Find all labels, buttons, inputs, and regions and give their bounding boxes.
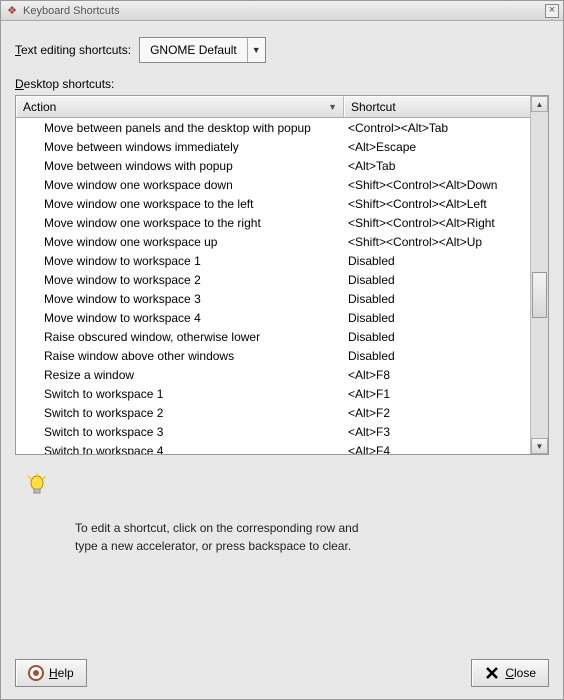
cell-action: Switch to workspace 2 bbox=[16, 406, 344, 420]
cell-shortcut: Disabled bbox=[344, 349, 530, 363]
lightbulb-icon bbox=[25, 473, 49, 497]
cell-action: Switch to workspace 1 bbox=[16, 387, 344, 401]
table-row[interactable]: Switch to workspace 1<Alt>F1 bbox=[16, 384, 530, 403]
table-row[interactable]: Move window one workspace down<Shift><Co… bbox=[16, 175, 530, 194]
cell-action: Move between windows with popup bbox=[16, 159, 344, 173]
cell-shortcut: <Alt>F4 bbox=[344, 444, 530, 455]
cell-action: Move window to workspace 1 bbox=[16, 254, 344, 268]
cell-shortcut: <Control><Alt>Tab bbox=[344, 121, 530, 135]
cell-shortcut: <Alt>F1 bbox=[344, 387, 530, 401]
sort-descending-icon: ▼ bbox=[328, 102, 337, 112]
help-button[interactable]: Help bbox=[15, 659, 87, 687]
vertical-scrollbar[interactable]: ▲ ▼ bbox=[530, 96, 548, 454]
table-row[interactable]: Move window to workspace 3Disabled bbox=[16, 289, 530, 308]
shortcuts-table: Action ▼ Shortcut Move between panels an… bbox=[16, 96, 530, 454]
cell-action: Resize a window bbox=[16, 368, 344, 382]
close-button-label: Close bbox=[505, 666, 536, 680]
cell-shortcut: Disabled bbox=[344, 311, 530, 325]
chevron-down-icon: ▼ bbox=[247, 38, 265, 62]
cell-shortcut: Disabled bbox=[344, 292, 530, 306]
table-row[interactable]: Move window to workspace 2Disabled bbox=[16, 270, 530, 289]
cell-action: Move between windows immediately bbox=[16, 140, 344, 154]
table-row[interactable]: Move window one workspace to the left<Sh… bbox=[16, 194, 530, 213]
cell-action: Move window one workspace to the right bbox=[16, 216, 344, 230]
cell-shortcut: <Shift><Control><Alt>Left bbox=[344, 197, 530, 211]
table-row[interactable]: Move between windows immediately<Alt>Esc… bbox=[16, 137, 530, 156]
column-header-shortcut[interactable]: Shortcut bbox=[344, 96, 530, 117]
table-row[interactable]: Switch to workspace 4<Alt>F4 bbox=[16, 441, 530, 454]
table-row[interactable]: Move window one workspace up<Shift><Cont… bbox=[16, 232, 530, 251]
table-row[interactable]: Move between windows with popup<Alt>Tab bbox=[16, 156, 530, 175]
cell-shortcut: Disabled bbox=[344, 254, 530, 268]
desktop-shortcuts-label: Desktop shortcuts: bbox=[15, 77, 549, 91]
cell-action: Move window one workspace up bbox=[16, 235, 344, 249]
text-editing-combo[interactable]: GNOME Default ▼ bbox=[139, 37, 266, 63]
keyboard-shortcuts-window: ❖ Keyboard Shortcuts × Text editing shor… bbox=[0, 0, 564, 700]
cell-shortcut: Disabled bbox=[344, 330, 530, 344]
combo-selected-value: GNOME Default bbox=[140, 38, 247, 62]
window-title: Keyboard Shortcuts bbox=[23, 5, 120, 17]
cell-action: Move window to workspace 2 bbox=[16, 273, 344, 287]
table-row[interactable]: Move window one workspace to the right<S… bbox=[16, 213, 530, 232]
cell-action: Move window to workspace 4 bbox=[16, 311, 344, 325]
table-row[interactable]: Move window to workspace 4Disabled bbox=[16, 308, 530, 327]
help-button-label: Help bbox=[49, 666, 74, 680]
cell-shortcut: <Shift><Control><Alt>Down bbox=[344, 178, 530, 192]
cell-action: Switch to workspace 3 bbox=[16, 425, 344, 439]
table-row[interactable]: Move window to workspace 1Disabled bbox=[16, 251, 530, 270]
text-editing-label: Text editing shortcuts: bbox=[15, 43, 131, 57]
cell-shortcut: <Alt>F8 bbox=[344, 368, 530, 382]
titlebar[interactable]: ❖ Keyboard Shortcuts × bbox=[1, 1, 563, 21]
scrollbar-thumb[interactable] bbox=[532, 272, 547, 318]
cell-action: Move between panels and the desktop with… bbox=[16, 121, 344, 135]
cell-action: Move window one workspace down bbox=[16, 178, 344, 192]
content-area: Text editing shortcuts: GNOME Default ▼ … bbox=[1, 21, 563, 699]
cell-shortcut: <Alt>Escape bbox=[344, 140, 530, 154]
cell-shortcut: <Shift><Control><Alt>Up bbox=[344, 235, 530, 249]
scroll-up-icon[interactable]: ▲ bbox=[531, 96, 548, 112]
shortcuts-table-container: Action ▼ Shortcut Move between panels an… bbox=[15, 95, 549, 455]
table-row[interactable]: Move between panels and the desktop with… bbox=[16, 118, 530, 137]
system-menu-icon[interactable]: ❖ bbox=[5, 4, 19, 18]
table-row[interactable]: Raise obscured window, otherwise lowerDi… bbox=[16, 327, 530, 346]
table-header: Action ▼ Shortcut bbox=[16, 96, 530, 118]
cell-action: Raise window above other windows bbox=[16, 349, 344, 363]
cell-action: Move window to workspace 3 bbox=[16, 292, 344, 306]
close-icon bbox=[484, 665, 500, 681]
table-row[interactable]: Resize a window<Alt>F8 bbox=[16, 365, 530, 384]
hint-text: To edit a shortcut, click on the corresp… bbox=[75, 519, 543, 555]
cell-action: Raise obscured window, otherwise lower bbox=[16, 330, 344, 344]
column-header-action[interactable]: Action ▼ bbox=[16, 96, 344, 117]
cell-action: Move window one workspace to the left bbox=[16, 197, 344, 211]
scroll-down-icon[interactable]: ▼ bbox=[531, 438, 548, 454]
cell-action: Switch to workspace 4 bbox=[16, 444, 344, 455]
table-row[interactable]: Switch to workspace 3<Alt>F3 bbox=[16, 422, 530, 441]
text-editing-row: Text editing shortcuts: GNOME Default ▼ bbox=[15, 37, 549, 63]
help-icon bbox=[28, 665, 44, 681]
hint-area: To edit a shortcut, click on the corresp… bbox=[15, 469, 549, 559]
cell-shortcut: <Shift><Control><Alt>Right bbox=[344, 216, 530, 230]
close-button[interactable]: Close bbox=[471, 659, 549, 687]
window-close-icon[interactable]: × bbox=[545, 4, 559, 18]
table-body: Move between panels and the desktop with… bbox=[16, 118, 530, 454]
scrollbar-track[interactable] bbox=[531, 112, 548, 438]
cell-shortcut: <Alt>F3 bbox=[344, 425, 530, 439]
button-bar: Help Close bbox=[15, 649, 549, 687]
cell-shortcut: <Alt>Tab bbox=[344, 159, 530, 173]
cell-shortcut: Disabled bbox=[344, 273, 530, 287]
cell-shortcut: <Alt>F2 bbox=[344, 406, 530, 420]
table-row[interactable]: Raise window above other windowsDisabled bbox=[16, 346, 530, 365]
table-row[interactable]: Switch to workspace 2<Alt>F2 bbox=[16, 403, 530, 422]
